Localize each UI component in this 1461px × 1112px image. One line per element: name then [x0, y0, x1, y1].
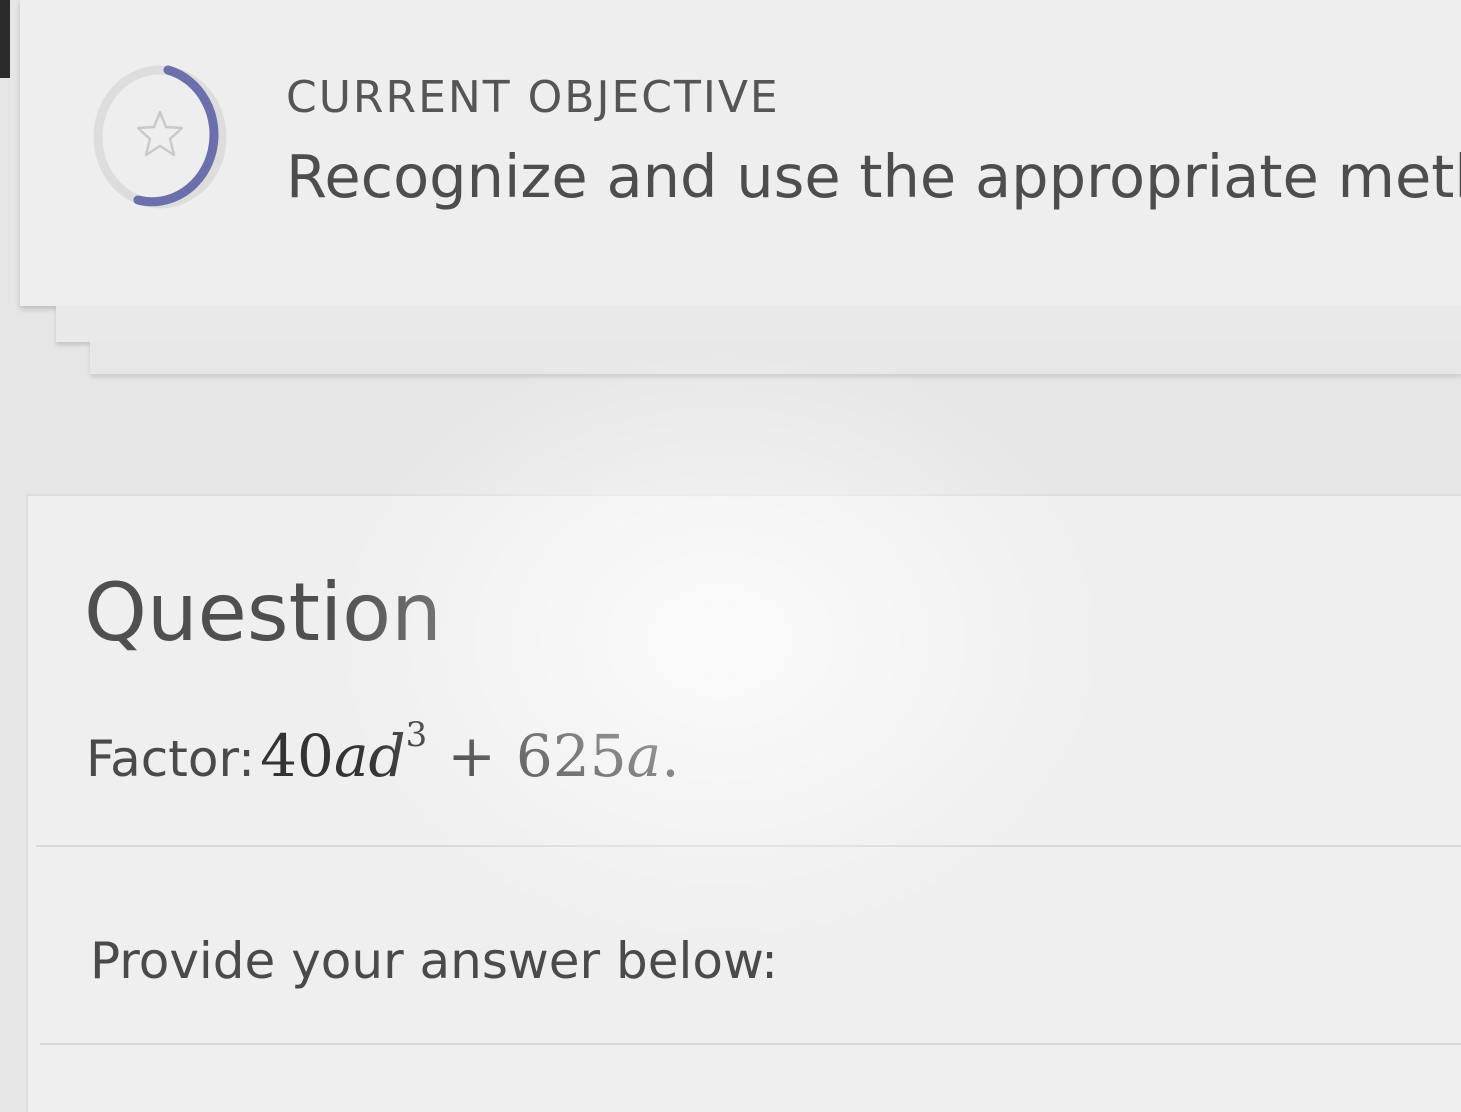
objective-text: Recognize and use the appropriate method…: [286, 142, 1461, 211]
question-title: Question: [84, 566, 442, 659]
card-stack-layer: [56, 306, 1461, 342]
divider: [36, 845, 1461, 847]
answer-area-top-border[interactable]: [40, 1043, 1461, 1045]
question-prompt: Factor: 40ad3 +625a.: [86, 718, 680, 790]
objective-label: CURRENT OBJECTIVE: [286, 72, 780, 123]
answer-label: Provide your answer below:: [90, 932, 778, 990]
card-stack-layer: [90, 342, 1461, 374]
star-icon: [136, 110, 184, 157]
expression-coefficient: 40: [260, 722, 334, 790]
expression-terminator: .: [661, 722, 680, 790]
math-expression: 40ad3 +625a.: [260, 718, 680, 790]
expression-variable: d: [368, 722, 406, 790]
expression-variable: a: [626, 722, 662, 790]
prompt-label: Factor:: [86, 730, 256, 788]
expression-exponent: 3: [405, 715, 428, 755]
expression-coefficient: 625: [515, 722, 627, 790]
expression-variable: a: [333, 722, 369, 790]
window-edge: [0, 0, 10, 78]
expression-operator: +: [447, 722, 496, 790]
